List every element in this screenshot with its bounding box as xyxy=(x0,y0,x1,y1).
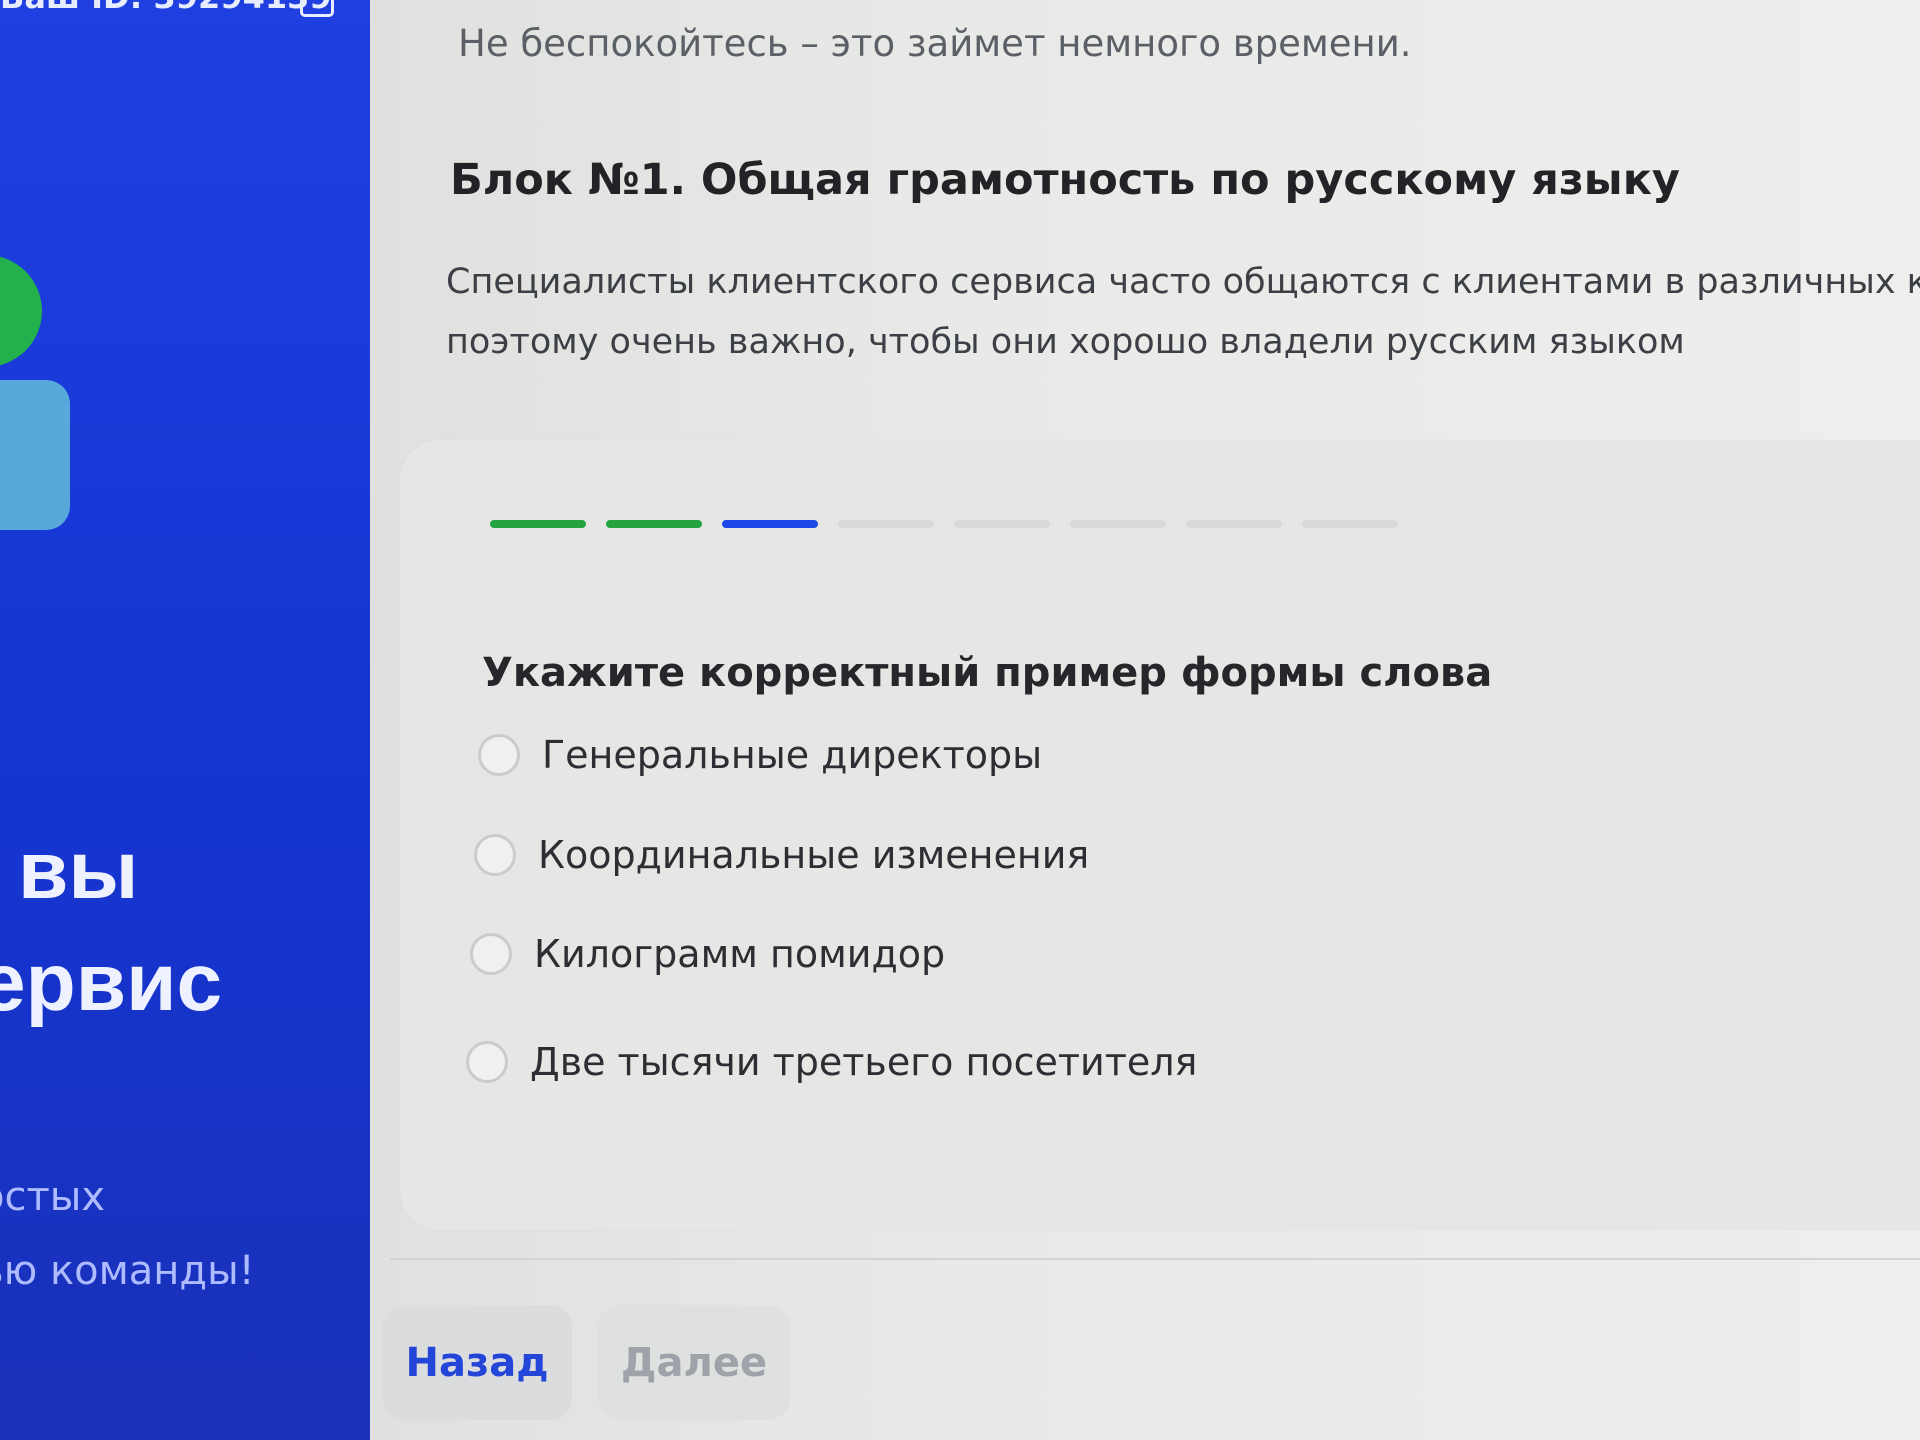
promo-sub-line: ью команды! xyxy=(0,1248,255,1294)
promo-title-line: вы xyxy=(18,825,139,916)
copy-icon[interactable] xyxy=(300,0,334,17)
answer-option[interactable]: Две тысячи третьего посетителя xyxy=(466,1040,1197,1084)
progress-segment xyxy=(1302,520,1398,528)
radio-icon[interactable] xyxy=(466,1041,508,1083)
progress-indicator xyxy=(490,520,1398,528)
progress-segment xyxy=(1070,520,1166,528)
test-main: Не беспокойтесь – это займет немного вре… xyxy=(370,0,1920,1440)
question-text: Укажите корректный пример формы слова xyxy=(482,650,1493,696)
block-description: Специалисты клиентского сервиса часто об… xyxy=(446,252,1920,372)
intro-text: Не беспокойтесь – это займет немного вре… xyxy=(458,22,1412,65)
progress-segment xyxy=(954,520,1050,528)
promo-subtitle: остых ью команды! xyxy=(0,1160,255,1308)
progress-segment xyxy=(490,520,586,528)
answer-option-label: Две тысячи третьего посетителя xyxy=(530,1040,1198,1084)
promo-title: вы ервис xyxy=(0,815,222,1039)
chat-bubble-decor-icon xyxy=(0,380,70,530)
green-circle-decor-icon xyxy=(0,255,42,367)
block-title: Блок №1. Общая грамотность по русскому я… xyxy=(450,155,1680,205)
sidebar-promo: Ваш ID: 39294139 вы ервис остых ью коман… xyxy=(0,0,370,1440)
answer-option[interactable]: Генеральные директоры xyxy=(478,733,1042,777)
answer-option-label: Килограмм помидор xyxy=(534,932,946,976)
back-button[interactable]: Назад xyxy=(382,1305,572,1420)
user-id: Ваш ID: 39294139 xyxy=(0,0,332,16)
answer-option[interactable]: Координальные изменения xyxy=(474,833,1089,877)
answer-option[interactable]: Килограмм помидор xyxy=(470,932,945,976)
progress-segment xyxy=(606,520,702,528)
block-desc-line: поэтому очень важно, чтобы они хорошо вл… xyxy=(446,322,1685,362)
next-button[interactable]: Далее xyxy=(598,1305,790,1420)
progress-segment xyxy=(722,520,818,528)
answer-option-label: Генеральные директоры xyxy=(542,733,1043,777)
block-desc-line: Специалисты клиентского сервиса часто об… xyxy=(446,262,1920,302)
radio-icon[interactable] xyxy=(474,834,516,876)
promo-sub-line: остых xyxy=(0,1174,106,1220)
progress-segment xyxy=(838,520,934,528)
progress-segment xyxy=(1186,520,1282,528)
promo-title-line: ервис xyxy=(0,937,223,1028)
answer-option-label: Координальные изменения xyxy=(538,833,1090,877)
radio-icon[interactable] xyxy=(478,734,520,776)
radio-icon[interactable] xyxy=(470,933,512,975)
divider xyxy=(390,1258,1920,1260)
